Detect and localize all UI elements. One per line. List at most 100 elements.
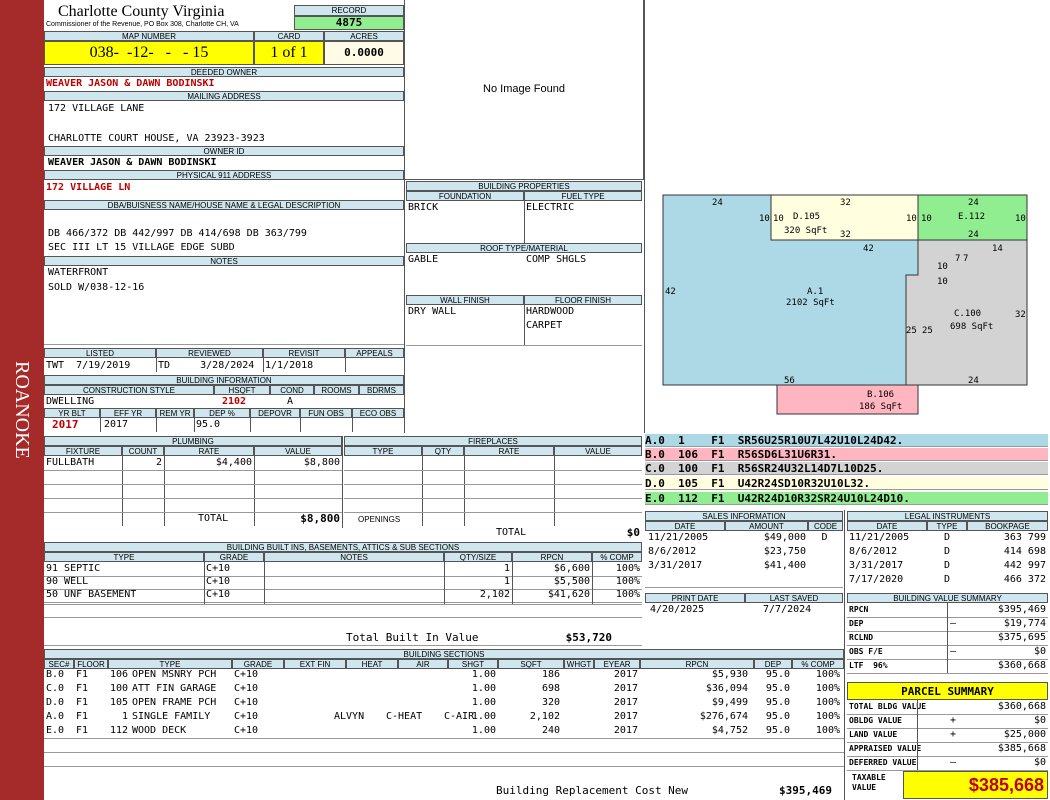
dim-label: 42 xyxy=(665,287,676,297)
builtins-cell: 91 SEPTIC xyxy=(46,563,101,574)
floor-finish-value-1: HARDWOOD xyxy=(526,306,575,317)
section-cell: 1.00 xyxy=(471,711,496,722)
section-cell: C+10 xyxy=(234,725,259,736)
mailing-line-2: CHARLOTTE COURT HOUSE, VA 23923-3923 xyxy=(48,133,265,144)
bvs-header: BUILDING VALUE SUMMARY xyxy=(847,593,1048,603)
section-cell: 2017 xyxy=(613,669,638,680)
builtins-cell: 1 xyxy=(503,576,510,587)
legal-line-2: SEC III LT 15 VILLAGE EDGE SUBD xyxy=(48,242,235,253)
floor-finish-value-2: CARPET xyxy=(526,320,563,331)
builtins-col-type: TYPE xyxy=(44,552,204,562)
builtins-cell: 100% xyxy=(615,563,640,574)
rooms-header: ROOMS xyxy=(314,385,359,395)
legal-desc-header: DBA/BUISNESS NAME/HOUSE NAME & LEGAL DES… xyxy=(44,200,404,210)
reviewed-value: TD 3/28/2024 xyxy=(158,360,255,371)
section-cell: 1.00 xyxy=(471,683,496,694)
notes-line-2: SOLD W/038-12-16 xyxy=(48,282,145,293)
section-cell: 320 xyxy=(541,697,560,708)
sections-col-header: % COMP xyxy=(792,659,844,669)
fireplaces-header: FIREPLACES xyxy=(344,436,642,446)
section-type-name: ATT FIN GARAGE xyxy=(132,683,217,694)
legal-cell: 3/31/2017 xyxy=(849,560,904,571)
building-sketch: A.1 2102 SqFt B.106 186 SqFt C.100 698 S… xyxy=(662,194,1028,415)
map-number-value: 038- -12- - - 15 xyxy=(44,41,254,65)
section-cell: 95.0 xyxy=(765,697,790,708)
sales-cell: D xyxy=(821,532,828,543)
room-e-id: E.112 xyxy=(958,212,985,222)
builtins-col-grade: GRADE xyxy=(204,552,264,562)
dim-label: 10 xyxy=(773,214,784,224)
owner-id-header: OWNER ID xyxy=(44,146,404,156)
bldg-props-header: BUILDING PROPERTIES xyxy=(406,181,642,191)
section-cell: 698 xyxy=(541,683,560,694)
legal-cell: D xyxy=(943,546,951,557)
section-cell: A.0 xyxy=(46,711,65,722)
yrblt-value: 2017 xyxy=(52,418,79,431)
section-type-code: 106 xyxy=(109,669,128,680)
legal-col-date: DATE xyxy=(847,521,927,531)
dim-label: 25 xyxy=(906,326,917,336)
section-type-name: OPEN MSNRY PCH xyxy=(132,669,217,680)
parcel-label: APPRAISED VALUE xyxy=(849,744,922,753)
foundation-value: BRICK xyxy=(408,202,439,213)
floor-finish-header: FLOOR FINISH xyxy=(524,295,642,305)
ecoobs-header: ECO OBS xyxy=(352,408,404,418)
mailing-line-1: 172 VILLAGE LANE xyxy=(48,103,145,114)
commissioner-text: Commissioner of the Revenue, PO Box 308,… xyxy=(46,21,239,28)
sections-header: BUILDING SECTIONS xyxy=(44,649,844,659)
sales-col-amount: AMOUNT xyxy=(725,521,808,531)
fire-col-rate: RATE xyxy=(464,446,554,456)
legal-instr-header: LEGAL INSTRUMENTS xyxy=(847,511,1048,521)
segment-row: A.0 1 F1 SR56U25R10U7L42U10L24D42. xyxy=(645,434,1048,447)
plumbing-total: $8,800 xyxy=(300,512,340,525)
section-type-name: WOOD DECK xyxy=(132,725,187,736)
section-type-name: OPEN FRAME PCH xyxy=(132,697,217,708)
sections-col-header: FLOOR xyxy=(74,659,108,669)
card-header: CARD xyxy=(254,31,324,41)
section-cell: 240 xyxy=(541,725,560,736)
col-line xyxy=(947,603,948,673)
deeded-owner-value: WEAVER JASON & DAWN BODINSKI xyxy=(46,78,215,89)
builtins-total: $53,720 xyxy=(565,631,612,644)
builtins-cell: $6,600 xyxy=(553,563,590,574)
sections-col-header: TYPE xyxy=(108,659,232,669)
wall-finish-value: DRY WALL xyxy=(408,306,457,317)
room-d-sqft: 320 SqFt xyxy=(784,226,827,236)
fire-col-type: TYPE xyxy=(344,446,422,456)
plumbing-col-value: VALUE xyxy=(254,446,342,456)
plumbing-col-rate: RATE xyxy=(164,446,254,456)
plumbing-value: $8,800 xyxy=(303,457,340,468)
parcel-label: DEFERRED VALUE xyxy=(849,758,917,767)
map-number-header: MAP NUMBER xyxy=(44,31,254,41)
legal-cell: D xyxy=(943,532,951,543)
section-cell: 100% xyxy=(815,697,840,708)
sections-col-header: EYEAR xyxy=(594,659,640,669)
legal-cell: 7/17/2020 xyxy=(849,574,904,585)
yrblt-header: YR BLT xyxy=(44,408,100,418)
section-cell: D.0 xyxy=(46,697,65,708)
builtins-col-qty: QTY/SIZE xyxy=(444,552,512,562)
sections-total: $395,469 xyxy=(779,784,832,797)
dim-label: 32 xyxy=(840,230,851,240)
parcel-value: $385,668 xyxy=(997,743,1046,754)
dim-label: 14 xyxy=(992,244,1003,254)
effyr-header: EFF YR xyxy=(100,408,156,418)
section-cell: 95.0 xyxy=(765,669,790,680)
section-cell: $5,930 xyxy=(711,669,748,680)
section-cell: C+10 xyxy=(234,697,259,708)
legal-cell: 414 698 xyxy=(1003,546,1046,557)
section-cell: C+10 xyxy=(234,711,259,722)
foundation-header: FOUNDATION xyxy=(406,191,524,201)
roof-header: ROOF TYPE/MATERIAL xyxy=(406,243,642,253)
legal-col-bookpage: BOOKPAGE xyxy=(967,521,1048,531)
parcel-summary-header: PARCEL SUMMARY xyxy=(847,682,1048,700)
section-cell: C.0 xyxy=(46,683,65,694)
room-c-sqft: 698 SqFt xyxy=(950,322,993,332)
fire-openings-label: OPENINGS xyxy=(358,515,401,524)
deeded-owner-header: DEEDED OWNER xyxy=(44,67,404,77)
cond-value: A xyxy=(287,396,294,407)
dim-label: 32 xyxy=(1015,310,1026,320)
sections-col-header: SQFT xyxy=(498,659,564,669)
bvs-label: RPCN xyxy=(849,605,869,614)
record-header: RECORD xyxy=(294,5,404,16)
